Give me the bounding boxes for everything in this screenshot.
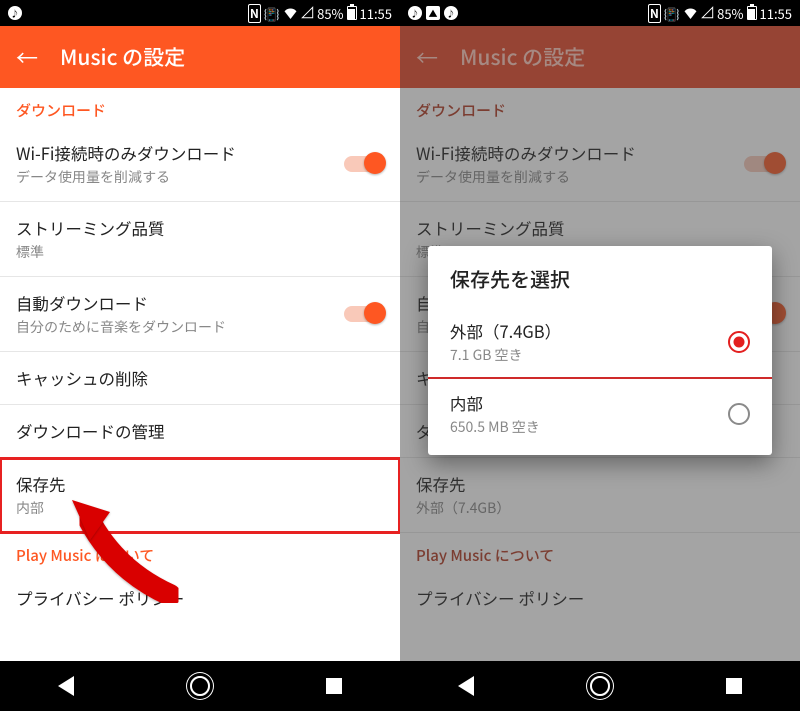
storage-dialog: 保存先を選択 外部（7.4GB） 7.1 GB 空き 内部 650.5 MB 空…	[428, 246, 772, 455]
radio-external[interactable]	[728, 331, 750, 353]
nav-home[interactable]	[190, 676, 210, 696]
battery-percent: 85%	[717, 4, 743, 23]
signal-icon	[301, 4, 314, 23]
item-title: プライバシー ポリシー	[416, 586, 584, 610]
music-icon	[408, 6, 422, 20]
wifi-icon	[283, 4, 298, 23]
signal-icon	[701, 4, 714, 23]
dialog-title: 保存先を選択	[428, 246, 772, 307]
item-title: 自動ダウンロード	[16, 291, 226, 315]
item-title: ストリーミング品質	[416, 216, 565, 240]
option-title: 外部（7.4GB）	[450, 319, 561, 343]
section-about: Play Music について	[400, 533, 800, 572]
item-storage-location[interactable]: 保存先 内部	[0, 458, 400, 533]
item-privacy-policy[interactable]: プライバシー ポリシー	[0, 572, 400, 624]
item-wifi-only[interactable]: Wi-Fi接続時のみダウンロード データ使用量を削減する	[0, 127, 400, 202]
vibrate-icon: 📳	[264, 4, 280, 23]
item-sub: データ使用量を削減する	[416, 167, 636, 187]
item-title: 保存先	[416, 472, 510, 496]
item-sub: 標準	[16, 242, 165, 262]
nav-bar	[400, 661, 800, 711]
item-manage-downloads[interactable]: ダウンロードの管理	[0, 405, 400, 458]
clock-text: 11:55	[360, 4, 392, 23]
section-about: Play Music について	[0, 533, 400, 572]
item-title: 保存先	[16, 472, 66, 496]
dialog-option-external[interactable]: 外部（7.4GB） 7.1 GB 空き	[428, 307, 772, 379]
settings-list[interactable]: ダウンロード Wi-Fi接続時のみダウンロード データ使用量を削減する ストリー…	[0, 88, 400, 661]
image-icon: ▲	[426, 6, 440, 20]
left-phone: N 📳 85% 11:55 ← Music の設定 ダウンロード	[0, 0, 400, 711]
item-streaming-quality[interactable]: ストリーミング品質 標準	[0, 202, 400, 277]
item-wifi-only: Wi-Fi接続時のみダウンロード データ使用量を削減する	[400, 127, 800, 202]
item-sub: 内部	[16, 498, 66, 518]
option-title: 内部	[450, 391, 540, 415]
music-icon	[8, 6, 22, 20]
dialog-option-internal[interactable]: 内部 650.5 MB 空き	[428, 379, 772, 449]
back-button[interactable]: ←	[406, 36, 448, 78]
battery-percent: 85%	[317, 4, 343, 23]
nav-bar	[0, 661, 400, 711]
header-title: Music の設定	[60, 42, 185, 72]
nav-recent[interactable]	[326, 678, 342, 694]
item-sub: 外部（7.4GB）	[416, 498, 510, 518]
app-header: ← Music の設定	[400, 26, 800, 88]
clock-text: 11:55	[760, 4, 792, 23]
music-icon-2	[444, 6, 458, 20]
section-download: ダウンロード	[0, 88, 400, 127]
battery-icon	[347, 6, 357, 20]
nav-home[interactable]	[590, 676, 610, 696]
section-download: ダウンロード	[400, 88, 800, 127]
item-clear-cache[interactable]: キャッシュの削除	[0, 352, 400, 405]
right-phone: ▲ N 📳 85% 11:55 ← Music の設定	[400, 0, 800, 711]
item-sub: データ使用量を削減する	[16, 167, 236, 187]
item-auto-download[interactable]: 自動ダウンロード 自分のために音楽をダウンロード	[0, 277, 400, 352]
item-storage-location: 保存先 外部（7.4GB）	[400, 458, 800, 533]
wifi-icon	[683, 4, 698, 23]
radio-internal[interactable]	[728, 403, 750, 425]
header-title: Music の設定	[460, 42, 585, 72]
toggle-wifi-only[interactable]	[344, 156, 384, 172]
item-title: Wi-Fi接続時のみダウンロード	[16, 141, 236, 165]
item-title: ダウンロードの管理	[16, 419, 165, 443]
nav-back[interactable]	[58, 676, 74, 696]
nfc-icon: N	[248, 4, 261, 23]
item-title: キャッシュの削除	[16, 366, 148, 390]
item-title: プライバシー ポリシー	[16, 586, 184, 610]
item-title: ストリーミング品質	[16, 216, 165, 240]
status-bar: ▲ N 📳 85% 11:55	[400, 0, 800, 26]
app-header: ← Music の設定	[0, 26, 400, 88]
nav-back[interactable]	[458, 676, 474, 696]
nfc-icon: N	[648, 4, 661, 23]
nav-recent[interactable]	[726, 678, 742, 694]
option-sub: 650.5 MB 空き	[450, 417, 540, 437]
toggle-auto-download[interactable]	[344, 306, 384, 322]
status-bar: N 📳 85% 11:55	[0, 0, 400, 26]
item-title: Wi-Fi接続時のみダウンロード	[416, 141, 636, 165]
toggle-wifi-only	[744, 156, 784, 172]
option-sub: 7.1 GB 空き	[450, 345, 561, 365]
vibrate-icon: 📳	[664, 4, 680, 23]
item-sub: 自分のために音楽をダウンロード	[16, 317, 226, 337]
back-button[interactable]: ←	[6, 36, 48, 78]
battery-icon	[747, 6, 757, 20]
item-privacy-policy: プライバシー ポリシー	[400, 572, 800, 624]
